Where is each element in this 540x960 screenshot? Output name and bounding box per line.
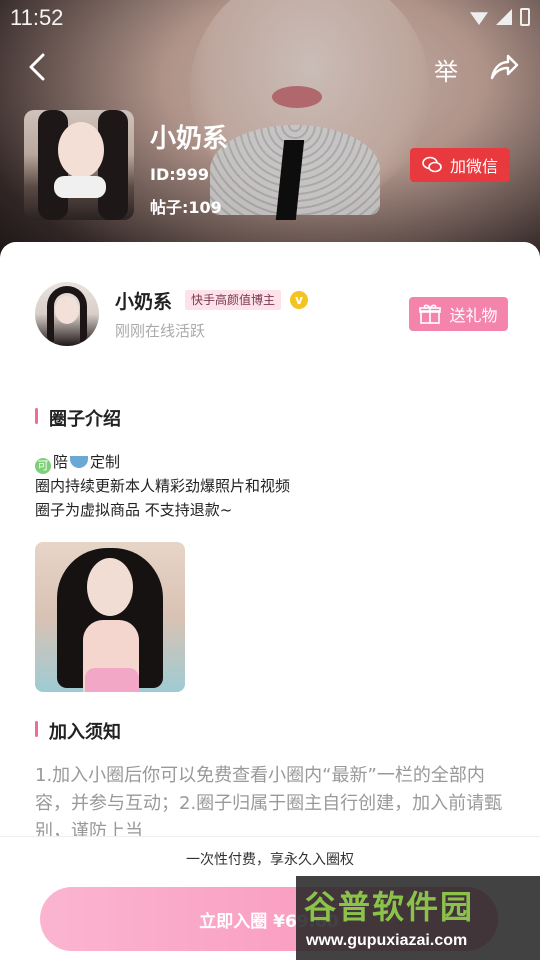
ke-badge-icon: 可: [35, 458, 51, 474]
send-gift-button[interactable]: 送礼物: [409, 297, 508, 331]
intro-line-3: 圈子为虚拟商品 不支持退款~: [35, 501, 233, 519]
intro-line-2: 圈内持续更新本人精彩劲爆照片和视频: [35, 477, 291, 495]
intro-photo[interactable]: [35, 542, 185, 692]
battery-icon: [520, 8, 530, 26]
owner-avatar[interactable]: [35, 282, 99, 346]
circle-intro-text: 可陪定制 圈内持续更新本人精彩劲爆照片和视频 圈子为虚拟商品 不支持退款~: [35, 450, 290, 522]
report-button[interactable]: 举: [434, 52, 458, 87]
section-title-intro: 圈子介绍: [35, 405, 121, 431]
status-time: 11:52: [10, 5, 64, 30]
share-button[interactable]: [488, 52, 520, 82]
circle-name: 小奶系: [150, 124, 229, 154]
watermark-url: www.gupuxiazai.com: [306, 932, 468, 949]
join-notice-text: 1.加入小圈后你可以免费查看小圈内“最新”一栏的全部内容，并参与互动；2.圈子归…: [35, 765, 503, 842]
watermark-title: 谷普软件园: [304, 888, 475, 926]
add-wechat-label: 加微信: [449, 157, 498, 176]
send-gift-label: 送礼物: [449, 306, 498, 325]
watermark-logo: 谷普软件园 www.gupuxiazai.com: [296, 876, 540, 960]
status-bar: 11:52: [0, 0, 540, 36]
owner-online-status: 刚刚在线活跃: [115, 322, 206, 340]
share-icon: [490, 54, 519, 80]
payment-note: 一次性付费，享永久入圈权: [186, 852, 354, 868]
circle-detail-card: 小奶系 快手高颜值博主 v 刚刚在线活跃 送礼物 圈子介绍 可陪定制 圈内持续更…: [0, 242, 540, 842]
wechat-icon: [422, 156, 442, 173]
wifi-icon: [470, 12, 488, 25]
add-wechat-button[interactable]: 加微信: [410, 148, 510, 182]
chevron-left-icon: [29, 53, 45, 81]
circle-id: ID:999: [150, 165, 210, 184]
circle-cover-image: [24, 110, 134, 220]
owner-name: 小奶系: [115, 291, 173, 313]
section-title-notice: 加入须知: [35, 718, 121, 744]
bowl-icon: [70, 456, 89, 468]
intro-line-1: 可陪定制: [35, 450, 290, 474]
owner-tag-badge: 快手高颜值博主: [185, 290, 282, 310]
status-icons: [470, 8, 530, 26]
verified-icon: v: [290, 291, 308, 309]
back-button[interactable]: [22, 50, 52, 84]
circle-post-count: 帖子:109: [150, 198, 222, 217]
signal-icon: [496, 9, 512, 25]
gift-icon: [419, 304, 442, 324]
